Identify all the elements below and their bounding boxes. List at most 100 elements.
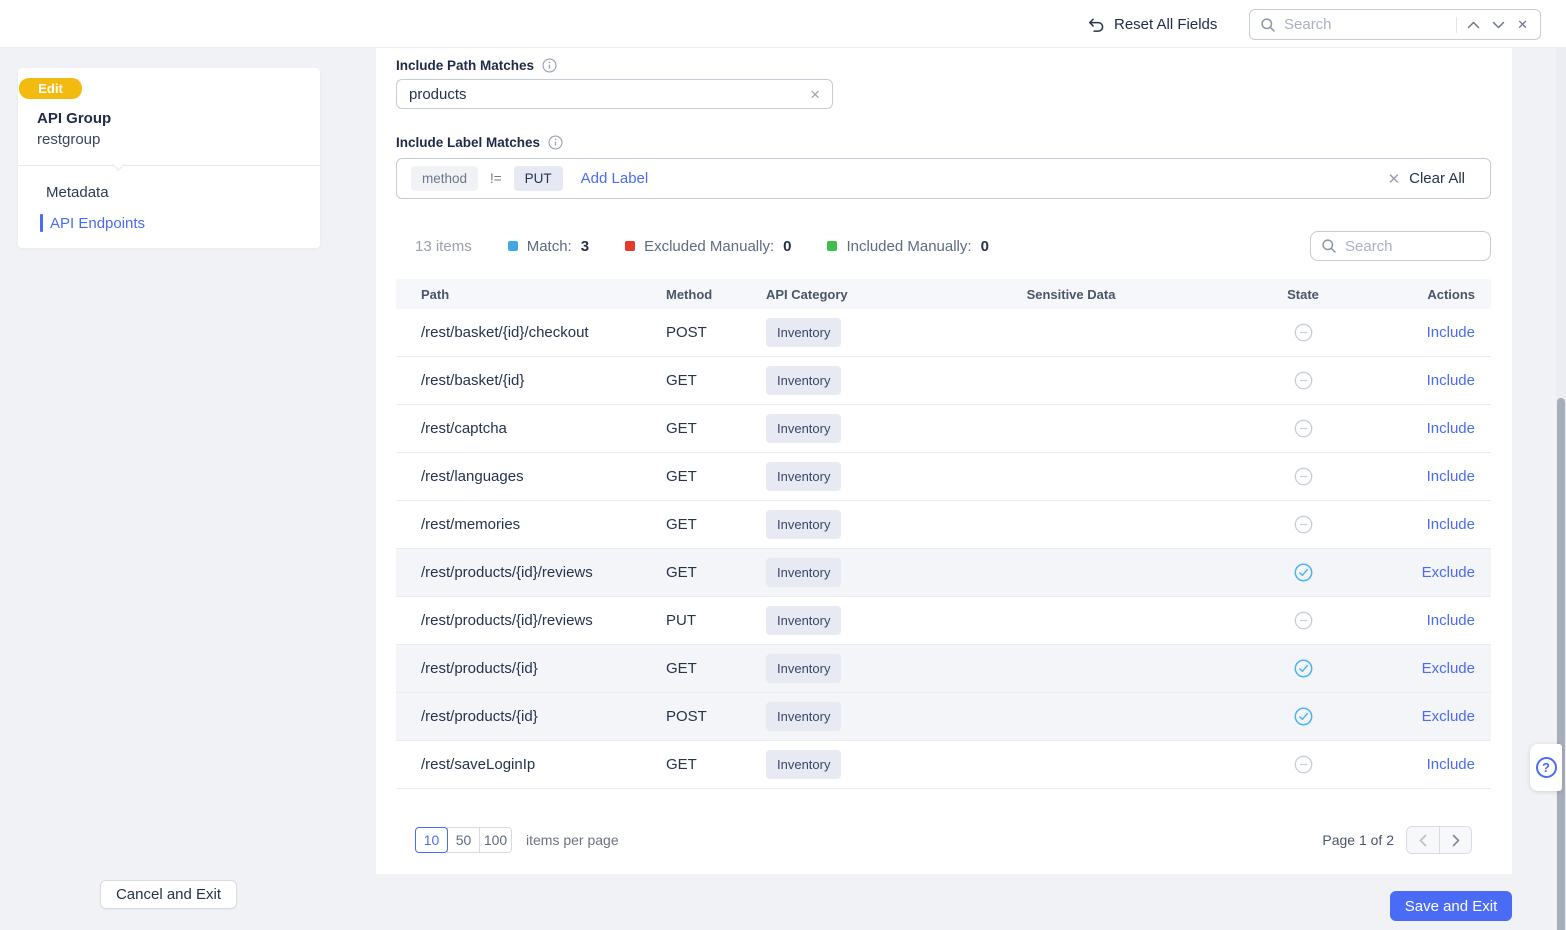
search-next-button[interactable] (1490, 19, 1507, 31)
previous-page-button[interactable] (1407, 827, 1439, 853)
row-action-link[interactable]: Include (1427, 420, 1475, 437)
search-icon (1322, 239, 1336, 253)
divider (1456, 16, 1458, 33)
endpoint-path: /rest/products/{id} (421, 708, 538, 725)
endpoint-method: GET (666, 468, 697, 485)
column-header-actions: Actions (1427, 286, 1475, 302)
endpoint-method: GET (666, 564, 697, 581)
state-cell (1206, 323, 1400, 342)
column-header-api-category: API Category (766, 286, 848, 302)
sidebar-nav: Metadata API Endpoints (18, 180, 320, 242)
api-category-badge: Inventory (766, 366, 842, 395)
state-check-icon (1294, 707, 1312, 726)
scrollbar-track[interactable] (1556, 48, 1566, 930)
endpoint-method: PUT (666, 612, 696, 629)
legend-match: Match: 3 (507, 238, 589, 255)
include-label-matches-label: Include Label Matches (396, 134, 1491, 150)
legend-excluded-manually: Excluded Manually: 0 (625, 238, 791, 255)
row-action-link[interactable]: Exclude (1422, 564, 1475, 581)
label-value-chip[interactable]: PUT (513, 166, 563, 191)
api-category-badge: Inventory (766, 750, 842, 779)
clear-all-button[interactable]: ✕ Clear All (1388, 170, 1465, 188)
sidebar-item-label: Metadata (46, 183, 109, 201)
table-row: /rest/products/{id}/reviews GET Inventory E… (396, 549, 1491, 597)
page-size-50-button[interactable]: 50 (447, 827, 480, 853)
main-panel: Include Path Matches × Include Label Mat… (376, 48, 1512, 874)
table-row: /rest/memories GET Inventory Include (396, 501, 1491, 549)
info-icon (542, 57, 557, 73)
sidebar-item-metadata[interactable]: Metadata (18, 180, 320, 204)
state-minus-icon (1294, 419, 1312, 438)
path-matches-input[interactable] (409, 85, 803, 103)
collapse-notch (112, 158, 125, 171)
chevron-down-icon (1492, 21, 1505, 28)
reset-all-fields-button[interactable]: Reset All Fields (1086, 0, 1217, 48)
row-action-link[interactable]: Include (1427, 756, 1475, 773)
page-size-group: 10 50 100 (415, 827, 512, 853)
table-row: /rest/captcha GET Inventory Include (396, 405, 1491, 453)
excluded-color-swatch (625, 241, 636, 251)
row-action-link[interactable]: Include (1427, 372, 1475, 389)
row-action-link[interactable]: Include (1427, 468, 1475, 485)
match-color-swatch (507, 241, 518, 251)
label-matches-box: method != PUT Add Label ✕ Clear All (396, 158, 1491, 199)
api-category-badge: Inventory (766, 558, 842, 587)
endpoint-method: GET (666, 420, 697, 437)
path-matches-field: × (396, 79, 833, 109)
state-cell (1206, 467, 1400, 486)
table-search-input[interactable] (1345, 237, 1480, 255)
add-label-link[interactable]: Add Label (581, 170, 649, 187)
search-prev-button[interactable] (1465, 19, 1482, 31)
state-cell (1206, 755, 1400, 774)
scrollbar-thumb[interactable] (1557, 398, 1565, 930)
sidebar-item-api-endpoints[interactable]: API Endpoints (18, 211, 320, 235)
clear-all-label: Clear All (1409, 170, 1465, 187)
divider (18, 158, 320, 171)
row-action-link[interactable]: Include (1427, 324, 1475, 341)
row-action-link[interactable]: Include (1427, 612, 1475, 629)
state-cell (1206, 707, 1400, 726)
endpoint-path: /rest/saveLoginIp (421, 756, 536, 773)
next-page-button[interactable] (1439, 827, 1471, 853)
search-close-button[interactable]: ✕ (1515, 16, 1530, 33)
page-size-100-button[interactable]: 100 (479, 827, 512, 853)
endpoint-method: POST (666, 324, 707, 341)
topbar-search-input[interactable] (1284, 16, 1449, 33)
table-row: /rest/saveLoginIp GET Inventory Include (396, 741, 1491, 789)
chevron-right-icon (1452, 834, 1459, 846)
table-body: /rest/basket/{id}/checkout POST Inventory I… (396, 309, 1491, 789)
help-button[interactable]: ? (1530, 744, 1562, 791)
edit-badge: Edit (19, 78, 82, 99)
chevron-left-icon (1419, 834, 1427, 846)
api-category-badge: Inventory (766, 510, 842, 539)
label-key-chip[interactable]: method (411, 166, 479, 191)
row-action-link[interactable]: Exclude (1422, 660, 1475, 677)
column-header-method: Method (666, 286, 713, 302)
state-minus-icon (1294, 371, 1312, 390)
state-cell (1206, 659, 1400, 678)
question-mark-icon: ? (1535, 757, 1557, 778)
pager (1406, 826, 1472, 854)
label-operator[interactable]: != (490, 171, 502, 186)
api-group-title: API Group (37, 110, 112, 127)
save-and-exit-button[interactable]: Save and Exit (1390, 891, 1512, 921)
state-cell (1206, 515, 1400, 534)
close-icon: ✕ (1517, 17, 1528, 32)
cancel-and-exit-button[interactable]: Cancel and Exit (100, 880, 237, 909)
endpoint-path: /rest/captcha (421, 420, 507, 437)
row-action-link[interactable]: Exclude (1422, 708, 1475, 725)
page-size-10-button[interactable]: 10 (415, 827, 448, 853)
table-header: Path Method API Category Sensitive Data Stat… (396, 279, 1491, 309)
legend-included-manually: Included Manually: 0 (827, 238, 989, 255)
column-header-path: Path (421, 286, 450, 302)
clear-path-icon[interactable]: × (810, 86, 820, 103)
search-icon (1261, 17, 1275, 32)
table-row: /rest/products/{id} GET Inventory Exclude (396, 645, 1491, 693)
endpoint-path: /rest/products/{id} (421, 660, 538, 677)
row-action-link[interactable]: Include (1427, 516, 1475, 533)
endpoint-path: /rest/products/{id}/reviews (421, 612, 593, 629)
included-color-swatch (827, 241, 838, 251)
endpoint-method: POST (666, 708, 707, 725)
info-icon (548, 134, 563, 150)
api-category-badge: Inventory (766, 462, 842, 491)
